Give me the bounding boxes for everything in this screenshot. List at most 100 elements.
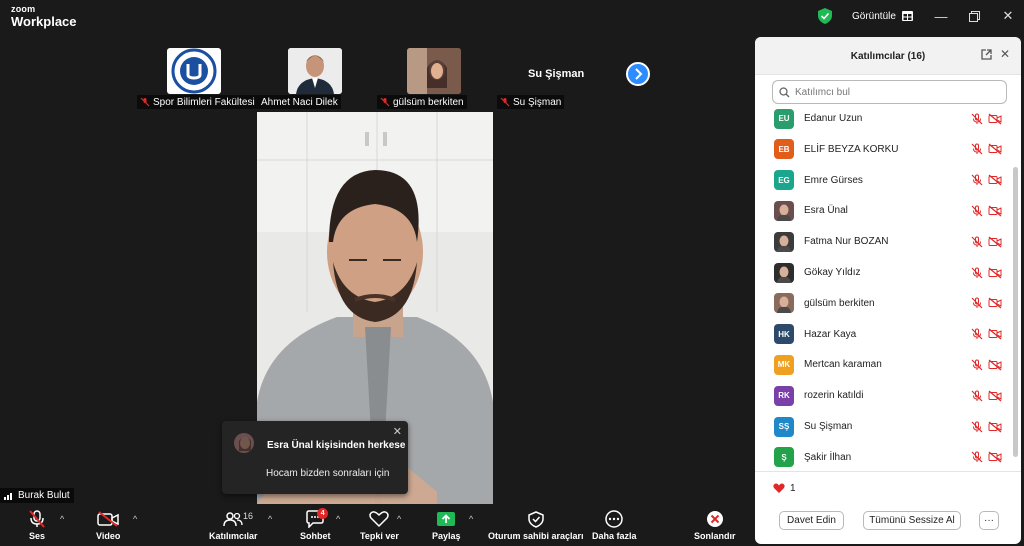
end-call-icon xyxy=(706,511,723,527)
participant-name: Fatma Nur BOZAN xyxy=(804,236,889,248)
participants-panel: Katılımcılar (16) ✕ EU Edanur Uzun EB ELİF … xyxy=(755,37,1021,544)
camera-off-icon xyxy=(988,421,1002,432)
participant-row[interactable]: gülsüm berkiten xyxy=(755,288,1013,319)
end-meeting-button[interactable]: Sonlandır xyxy=(694,510,736,541)
shield-check-icon xyxy=(818,8,832,24)
audio-options-caret-icon[interactable]: ^ xyxy=(60,514,64,524)
share-screen-icon xyxy=(437,512,456,526)
participant-name: Şakir İlhan xyxy=(804,451,852,463)
participant-search[interactable] xyxy=(772,80,1007,104)
mic-muted-icon xyxy=(29,510,45,528)
participant-row[interactable]: Fatma Nur BOZAN xyxy=(755,226,1013,257)
participant-name: Gökay Yıldız xyxy=(804,267,861,278)
notification-message: Hocam bizden sonraları için xyxy=(266,468,390,479)
mic-off-icon xyxy=(140,97,150,107)
university-logo xyxy=(167,48,221,94)
camera-off-icon xyxy=(988,267,1002,278)
chat-button[interactable]: 4 Sohbet xyxy=(300,508,331,541)
audio-label: Ses xyxy=(28,531,45,541)
participant-avatar xyxy=(774,200,794,221)
video-button[interactable]: Video xyxy=(96,510,120,541)
participant-row[interactable]: SŞ Su Şişman xyxy=(755,411,1013,442)
speaker-name-label: Burak Bulut xyxy=(0,488,74,503)
restore-icon[interactable] xyxy=(962,6,986,26)
search-input[interactable] xyxy=(795,86,995,98)
panel-header: Katılımcılar (16) ✕ xyxy=(755,37,1021,75)
thumbnail-name-tile[interactable]: Su Şişman xyxy=(528,68,584,80)
close-notification-icon[interactable]: ✕ xyxy=(393,425,402,438)
mic-off-icon xyxy=(971,143,983,155)
mic-off-icon xyxy=(971,236,983,248)
camera-off-icon xyxy=(988,174,1002,186)
mic-off-icon xyxy=(971,390,983,402)
participant-avatar xyxy=(774,293,794,314)
participant-avatar: EB xyxy=(774,139,794,160)
participant-row[interactable]: HK Hazar Kaya xyxy=(755,319,1013,350)
react-label: Tepki ver xyxy=(360,531,399,541)
share-options-caret-icon[interactable]: ^ xyxy=(469,514,473,524)
chat-label: Sohbet xyxy=(300,531,331,541)
mic-off-icon xyxy=(971,205,983,217)
participant-row[interactable]: EG Emre Gürses xyxy=(755,165,1013,196)
thumbnail-spor-bilimleri[interactable] xyxy=(167,48,221,94)
search-icon xyxy=(779,86,790,97)
thumbnail-name: Spor Bilimleri Fakültesi xyxy=(153,96,255,108)
participants-options-caret-icon[interactable]: ^ xyxy=(268,514,272,524)
chat-options-caret-icon[interactable]: ^ xyxy=(336,514,340,524)
shield-icon xyxy=(528,510,544,528)
participant-name: rozerin katıldi xyxy=(804,390,864,402)
more-button[interactable]: Daha fazla xyxy=(592,510,637,541)
participant-avatar: MK xyxy=(774,354,794,375)
more-dots-icon xyxy=(605,510,624,528)
participant-name: Su Şişman xyxy=(804,421,853,432)
panel-scrollbar[interactable] xyxy=(1013,167,1018,457)
host-tools-button[interactable]: Oturum sahibi araçları xyxy=(488,510,584,541)
camera-off-icon xyxy=(97,511,119,527)
participant-row[interactable]: RK rozerin katıldi xyxy=(755,380,1013,411)
mic-off-icon xyxy=(971,421,983,432)
video-options-caret-icon[interactable]: ^ xyxy=(133,514,137,524)
camera-off-icon xyxy=(988,328,1002,340)
next-page-button[interactable] xyxy=(626,62,650,86)
react-options-caret-icon[interactable]: ^ xyxy=(397,514,401,524)
mic-off-icon xyxy=(971,267,983,278)
audio-button[interactable]: Ses xyxy=(27,510,47,541)
participant-avatar xyxy=(774,231,794,252)
participant-name: Emre Gürses xyxy=(804,174,863,186)
reaction-count: 1 xyxy=(790,483,796,494)
participant-row[interactable]: Ş Şakir İlhan xyxy=(755,442,1013,471)
close-window-icon[interactable]: ✕ xyxy=(996,6,1020,26)
chat-notification[interactable]: Esra Ünal kişisinden herkese Hocam bizde… xyxy=(222,421,408,494)
participants-label: Katılımcılar xyxy=(209,531,258,541)
participant-row[interactable]: Esra Ünal xyxy=(755,195,1013,226)
mic-off-icon xyxy=(971,297,983,309)
participant-row[interactable]: EU Edanur Uzun xyxy=(755,103,1013,134)
participant-photo xyxy=(407,48,461,94)
close-panel-icon[interactable]: ✕ xyxy=(1000,47,1010,61)
participants-icon xyxy=(223,512,243,527)
share-label: Paylaş xyxy=(432,531,461,541)
notification-title: Esra Ünal kişisinden herkese xyxy=(267,440,406,451)
thumbnail-ahmet[interactable] xyxy=(288,48,342,94)
mute-all-button[interactable]: Tümünü Sessize Al xyxy=(863,511,961,530)
participant-row[interactable]: Gökay Yıldız xyxy=(755,257,1013,288)
meeting-toolbar: Ses ^ Video ^ Katılımcılar 16 ^ 4 Sohbet… xyxy=(0,504,752,546)
view-button[interactable]: Görüntüle xyxy=(812,5,919,27)
chat-unread-badge: 4 xyxy=(317,508,329,519)
participant-row[interactable]: EB ELİF BEYZA KORKU xyxy=(755,134,1013,165)
minimize-icon[interactable]: — xyxy=(929,6,953,26)
participant-avatar: RK xyxy=(774,385,794,406)
pop-out-icon[interactable] xyxy=(981,49,992,63)
panel-more-button[interactable]: ··· xyxy=(979,511,999,530)
view-label: Görüntüle xyxy=(852,10,896,22)
thumbnail-name: Ahmet Naci Dilek xyxy=(261,96,338,108)
title-bar: zoom Workplace Görüntüle — ✕ xyxy=(0,0,1024,33)
invite-button[interactable]: Davet Edin xyxy=(779,511,844,530)
share-button[interactable]: Paylaş xyxy=(432,510,461,541)
thumbnail-gulsum[interactable] xyxy=(407,48,461,94)
participant-avatar: EG xyxy=(774,170,794,191)
participant-row[interactable]: MK Mertcan karaman xyxy=(755,349,1013,380)
react-button[interactable]: Tepki ver xyxy=(360,510,399,541)
reaction-summary: 1 xyxy=(773,483,796,494)
thumbnail-name: Su Şişman xyxy=(513,96,562,108)
